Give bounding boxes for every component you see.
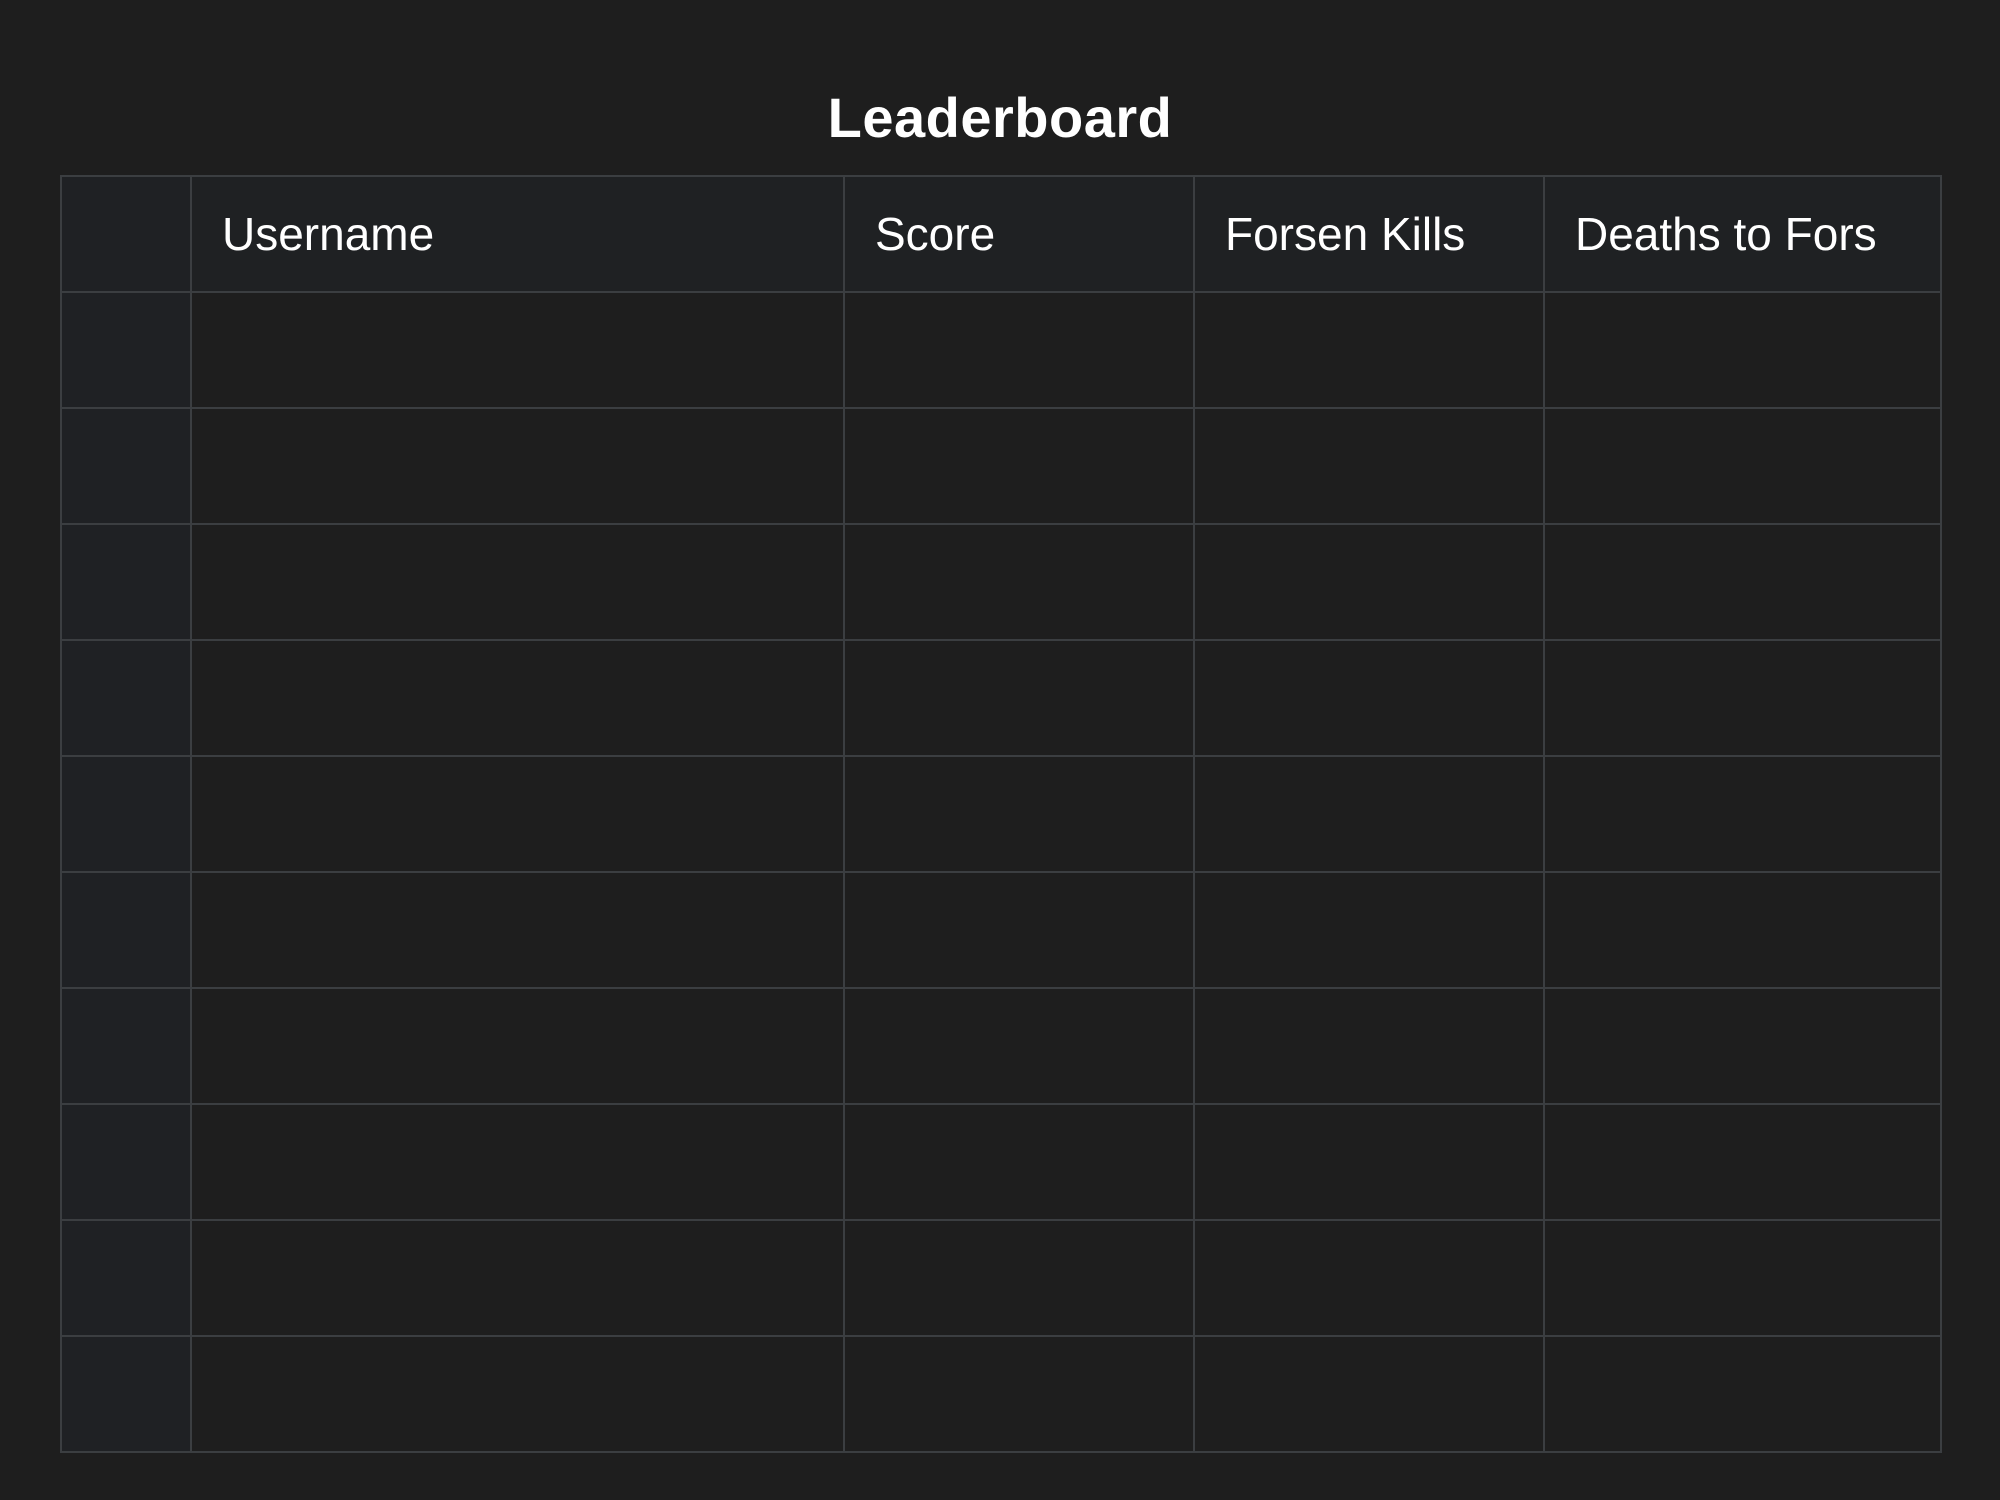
rank-cell <box>60 1219 192 1337</box>
forsen-kills-cell <box>1193 871 1545 989</box>
table-row[interactable] <box>60 1335 1942 1453</box>
column-header-rank[interactable] <box>60 175 192 293</box>
score-cell <box>843 523 1195 641</box>
deaths-to-forsen-cell <box>1543 871 1942 989</box>
rank-cell <box>60 871 192 989</box>
table-row[interactable] <box>60 1103 1942 1221</box>
rank-cell <box>60 987 192 1105</box>
page-title: Leaderboard <box>827 85 1173 149</box>
score-cell <box>843 291 1195 409</box>
deaths-to-forsen-cell <box>1543 291 1942 409</box>
deaths-to-forsen-cell <box>1543 639 1942 757</box>
score-cell <box>843 639 1195 757</box>
username-cell <box>190 1335 845 1453</box>
rank-cell <box>60 1103 192 1221</box>
username-cell <box>190 523 845 641</box>
rank-cell <box>60 1335 192 1453</box>
column-header-score[interactable]: Score <box>843 175 1195 293</box>
username-cell <box>190 987 845 1105</box>
score-cell <box>843 987 1195 1105</box>
deaths-to-forsen-cell <box>1543 755 1942 873</box>
table-row[interactable] <box>60 987 1942 1105</box>
table-header-row: Username Score Forsen Kills Deaths to Fo… <box>60 175 1942 293</box>
score-cell <box>843 755 1195 873</box>
forsen-kills-cell <box>1193 1335 1545 1453</box>
username-cell <box>190 871 845 989</box>
column-header-forsen-kills[interactable]: Forsen Kills <box>1193 175 1545 293</box>
username-cell <box>190 1219 845 1337</box>
table-body <box>60 291 1942 1453</box>
deaths-to-forsen-cell <box>1543 523 1942 641</box>
forsen-kills-cell <box>1193 639 1545 757</box>
rank-cell <box>60 291 192 409</box>
deaths-to-forsen-cell <box>1543 1103 1942 1221</box>
deaths-to-forsen-cell <box>1543 1219 1942 1337</box>
table-row[interactable] <box>60 1219 1942 1337</box>
score-cell <box>843 1335 1195 1453</box>
table-row[interactable] <box>60 407 1942 525</box>
table-row[interactable] <box>60 639 1942 757</box>
deaths-to-forsen-cell <box>1543 987 1942 1105</box>
forsen-kills-cell <box>1193 987 1545 1105</box>
username-cell <box>190 291 845 409</box>
column-header-deaths-to-forsen[interactable]: Deaths to Fors <box>1543 175 1942 293</box>
forsen-kills-cell <box>1193 755 1545 873</box>
score-cell <box>843 1103 1195 1221</box>
score-cell <box>843 1219 1195 1337</box>
rank-cell <box>60 755 192 873</box>
table-row[interactable] <box>60 755 1942 873</box>
column-header-username[interactable]: Username <box>190 175 845 293</box>
table-row[interactable] <box>60 291 1942 409</box>
username-cell <box>190 1103 845 1221</box>
forsen-kills-cell <box>1193 291 1545 409</box>
rank-cell <box>60 639 192 757</box>
deaths-to-forsen-cell <box>1543 1335 1942 1453</box>
score-cell <box>843 407 1195 525</box>
forsen-kills-cell <box>1193 407 1545 525</box>
score-cell <box>843 871 1195 989</box>
forsen-kills-cell <box>1193 1219 1545 1337</box>
forsen-kills-cell <box>1193 1103 1545 1221</box>
table-row[interactable] <box>60 523 1942 641</box>
username-cell <box>190 407 845 525</box>
deaths-to-forsen-cell <box>1543 407 1942 525</box>
table-row[interactable] <box>60 871 1942 989</box>
leaderboard-table: Username Score Forsen Kills Deaths to Fo… <box>60 175 1942 1453</box>
rank-cell <box>60 407 192 525</box>
username-cell <box>190 755 845 873</box>
forsen-kills-cell <box>1193 523 1545 641</box>
rank-cell <box>60 523 192 641</box>
username-cell <box>190 639 845 757</box>
